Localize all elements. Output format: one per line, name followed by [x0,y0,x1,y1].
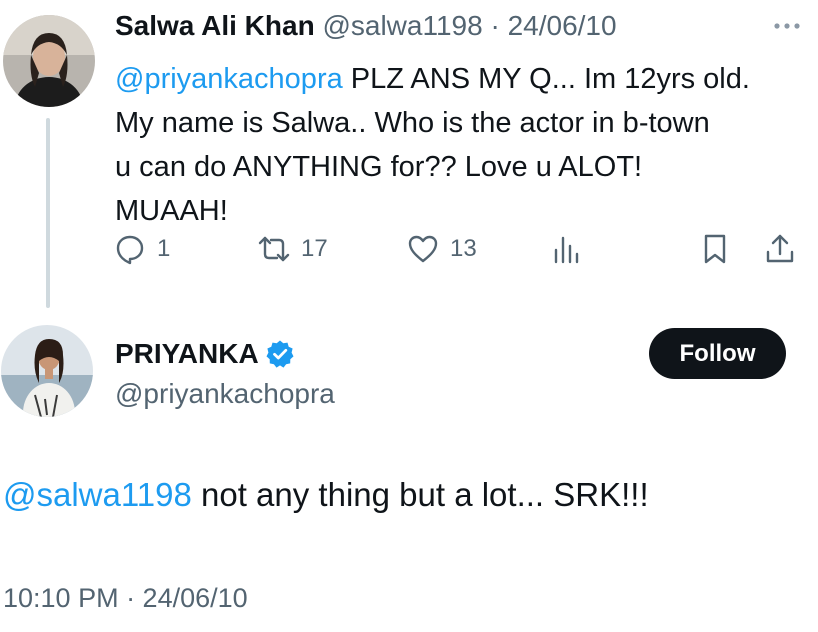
tweet-author-name[interactable]: PRIYANKA [115,338,259,370]
avatar-salwa-image [3,15,95,107]
repost-action[interactable]: 17 [257,232,328,266]
tweet-mention-link[interactable]: @salwa1198 [3,476,192,513]
thread-line [46,118,50,308]
reply-tweet-body: @priyankachopra PLZ ANS MY Q... Im 12yrs… [115,57,750,233]
bookmark-icon [704,234,726,264]
reply-author-handle[interactable]: @salwa1198 [322,10,482,41]
avatar-salwa[interactable] [3,15,95,107]
like-icon [408,235,438,263]
share-action[interactable] [763,232,797,266]
reply-tweet-header: Salwa Ali Khan @salwa1198 · 24/06/10 [115,10,617,42]
verified-badge-icon[interactable] [265,339,295,369]
views-icon [554,236,579,264]
like-action[interactable]: 13 [406,232,477,266]
views-action[interactable] [550,232,584,266]
reply-date[interactable]: · 24/06/10 [490,10,616,41]
repost-icon [258,236,290,262]
reply-icon [116,235,144,265]
share-icon [766,234,794,263]
reply-text-line-1: PLZ ANS MY Q... Im 12yrs old. [342,63,750,95]
reply-text-line-4: MUAAH! [115,195,228,227]
follow-button[interactable]: Follow [649,328,786,379]
reply-author-name[interactable]: Salwa Ali Khan [115,10,315,41]
tweet-text: @salwa1198 not any thing but a lot... SR… [3,476,649,514]
more-icon [774,23,800,29]
tweet-timestamp[interactable]: 10:10 PM · 24/06/10 [3,583,248,614]
repost-count: 17 [301,235,328,262]
tweet-author-name-row: PRIYANKA [115,338,295,370]
tweet-author-handle[interactable]: @priyankachopra [115,378,335,410]
reply-text-line-2: My name is Salwa.. Who is the actor in b… [115,107,710,139]
mention-link[interactable]: @priyankachopra [115,63,343,95]
reply-count: 1 [157,235,171,262]
avatar-priyanka[interactable] [1,325,93,417]
avatar-priyanka-image [1,325,93,417]
tweet-text-body: not any thing but a lot... SRK!!! [191,476,649,513]
bookmark-action[interactable] [698,232,732,266]
reply-text-line-3: u can do ANYTHING for?? Love u ALOT! [115,151,643,183]
like-count: 13 [450,235,477,262]
reply-action[interactable]: 1 [113,232,170,266]
more-button[interactable] [770,14,804,38]
